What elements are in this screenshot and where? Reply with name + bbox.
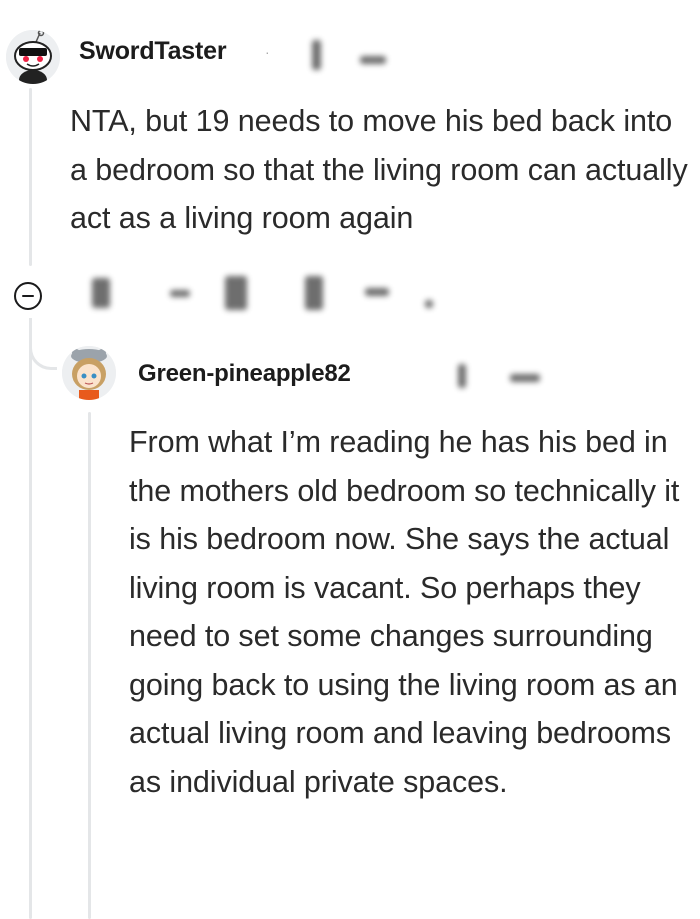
more-options-icon[interactable] xyxy=(365,288,389,296)
reply-username[interactable]: Green-pineapple82 xyxy=(138,360,351,388)
thread-line-bottom xyxy=(29,318,32,919)
upvote-icon[interactable] xyxy=(92,278,110,308)
share-icon[interactable] xyxy=(225,276,247,310)
dot-icon xyxy=(425,300,433,308)
award-icon xyxy=(458,364,466,388)
timestamp-blurred xyxy=(510,374,540,382)
separator-dot: · xyxy=(265,44,270,60)
reply-body: From what I’m reading he has his bed in … xyxy=(129,425,680,799)
award-icon xyxy=(312,40,321,70)
collapse-icon[interactable] xyxy=(14,282,42,310)
vote-count-blurred xyxy=(170,290,190,297)
username[interactable]: SwordTaster xyxy=(79,37,227,66)
anime-avatar-icon xyxy=(62,346,116,400)
avatar[interactable] xyxy=(6,30,60,84)
comment-actions xyxy=(80,268,440,318)
reply-icon[interactable] xyxy=(305,276,323,310)
snoo-avatar-icon xyxy=(6,30,60,84)
reply-avatar[interactable] xyxy=(62,346,116,400)
timestamp-blurred xyxy=(360,56,386,64)
thread-line-top xyxy=(29,88,32,266)
reply-thread-line xyxy=(88,412,91,919)
thread-elbow xyxy=(29,318,57,370)
comment-body: NTA, but 19 needs to move his bed back i… xyxy=(70,104,688,235)
